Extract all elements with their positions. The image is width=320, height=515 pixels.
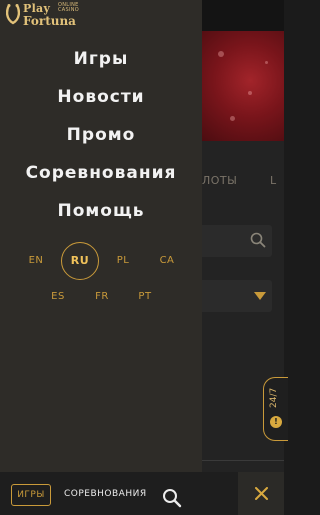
close-icon — [255, 487, 268, 500]
contests-button[interactable]: СОРЕВНОВАНИЯ — [64, 489, 147, 499]
logo-text-online-casino: ONLINE CASINO — [58, 3, 86, 13]
menu-item-contests[interactable]: Соревнования — [0, 163, 202, 183]
provider-select[interactable] — [200, 280, 272, 312]
play-fortuna-logo[interactable]: Play ONLINE CASINO Fortuna — [6, 2, 96, 28]
support-label: 24/7 — [269, 387, 279, 408]
lang-ru-selected[interactable]: RU — [61, 242, 99, 280]
chevron-down-icon — [254, 292, 266, 300]
banner-sparkle — [265, 61, 268, 64]
divider — [200, 460, 284, 461]
search-icon — [250, 232, 266, 248]
support-247-button[interactable]: 24/7 ! — [263, 377, 288, 441]
logo-text-fortuna: Fortuna — [23, 14, 76, 28]
banner-sparkle — [218, 51, 224, 57]
promo-banner[interactable] — [200, 31, 284, 141]
menu-item-games[interactable]: Игры — [0, 49, 202, 69]
menu-item-help[interactable]: Помощь — [0, 201, 202, 221]
banner-sparkle — [230, 116, 235, 121]
menu-item-news[interactable]: Новости — [0, 87, 202, 107]
horseshoe-logo-icon — [6, 4, 20, 25]
tab-live[interactable]: L — [270, 174, 277, 187]
lang-en[interactable]: EN — [17, 242, 55, 280]
logo-online-casino-text: ONLINE CASINO — [58, 2, 80, 13]
game-search-input[interactable] — [200, 225, 272, 257]
games-button[interactable]: ИГРЫ — [11, 484, 51, 506]
lang-fr[interactable]: FR — [83, 278, 121, 316]
navigation-drawer: Play ONLINE CASINO Fortuna Игры Новости … — [0, 0, 202, 472]
bottom-bar: ИГРЫ СОРЕВНОВАНИЯ — [0, 472, 284, 515]
menu-item-promo[interactable]: Промо — [0, 125, 202, 145]
lang-ca[interactable]: CA — [148, 242, 186, 280]
lang-pl[interactable]: PL — [104, 242, 142, 280]
close-menu-button[interactable] — [238, 472, 284, 515]
lang-pt[interactable]: PT — [126, 278, 164, 316]
banner-sparkle — [248, 91, 252, 95]
lang-es[interactable]: ES — [39, 278, 77, 316]
chat-icon: ! — [270, 416, 282, 428]
background-tabs: ЛОТЫ L — [200, 170, 284, 194]
search-icon[interactable] — [162, 488, 182, 508]
tab-slots[interactable]: ЛОТЫ — [202, 174, 237, 187]
